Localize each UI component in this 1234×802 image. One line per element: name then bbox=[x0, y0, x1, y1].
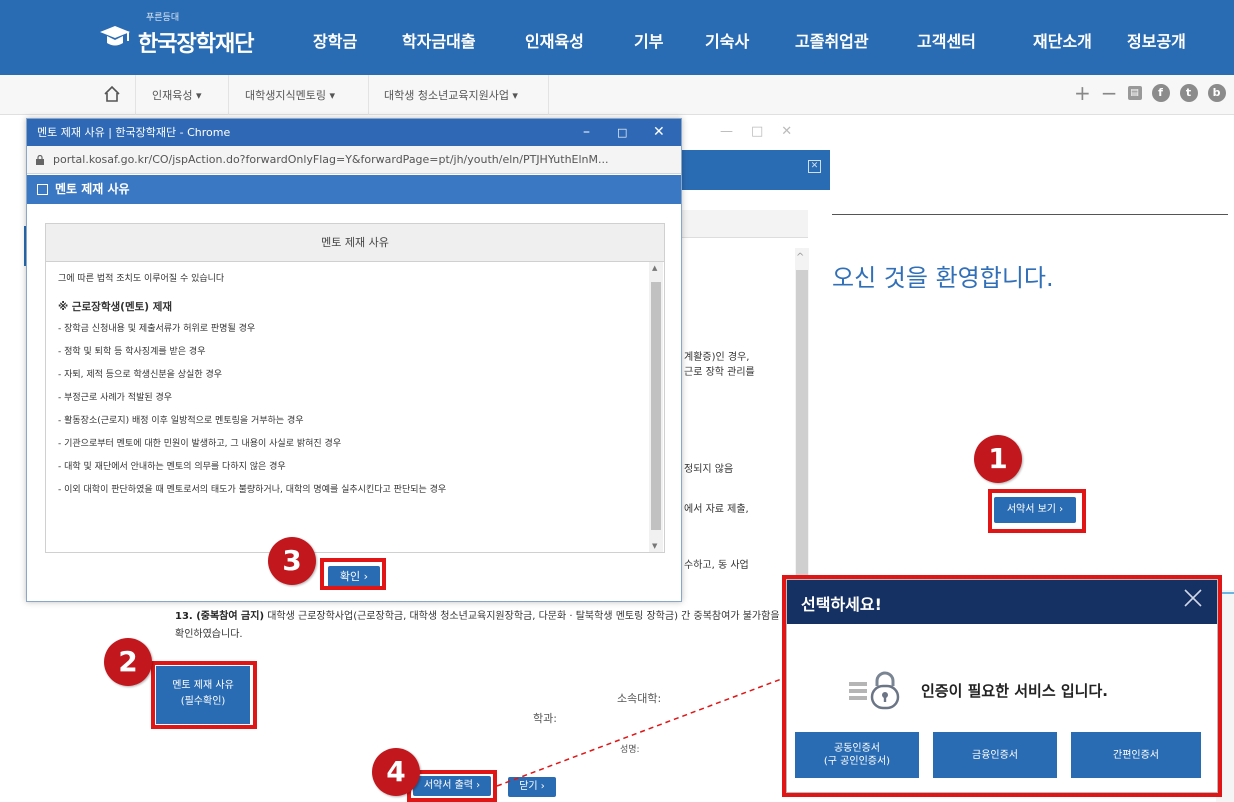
popup-window-title: 멘토 제재 사유 | 한국장학재단 - Chrome bbox=[37, 126, 231, 139]
rule-item: - 자퇴, 제적 등으로 학생신분을 상실한 경우 bbox=[58, 370, 223, 380]
graduation-cap-icon bbox=[100, 26, 130, 46]
highlight-box bbox=[782, 575, 1222, 797]
menu-high-school-jobs[interactable]: 고졸취업관 bbox=[795, 0, 869, 84]
document-icon bbox=[37, 184, 48, 195]
lock-icon bbox=[36, 155, 44, 165]
home-icon[interactable] bbox=[102, 84, 122, 104]
maximize-icon[interactable]: □ bbox=[617, 119, 627, 146]
university-label: 소속대학: bbox=[617, 692, 662, 705]
rule-item: - 기관으로부터 멘토에 대한 민원이 발생하고, 그 내용이 사실로 밝혀진 … bbox=[58, 439, 342, 449]
twitter-icon[interactable]: t bbox=[1179, 84, 1198, 102]
pledge-text-fragment: 정되지 않음 bbox=[684, 464, 734, 475]
welcome-heading: 오신 것을 환영합니다. bbox=[832, 264, 1054, 292]
close-icon[interactable]: ✕ bbox=[653, 119, 665, 146]
content-title: 멘토 제재 사유 bbox=[46, 224, 664, 262]
text-line: 그에 따른 법적 조치도 이루어질 수 있습니다 bbox=[58, 274, 225, 284]
step-badge: 1 bbox=[974, 435, 1022, 483]
menu-dormitory[interactable]: 기숙사 bbox=[705, 0, 749, 84]
menu-about-foundation[interactable]: 재단소개 bbox=[1033, 0, 1092, 84]
pledge-item-13: 13. (중복참여 금지) 대학생 근로장학사업(근로장학금, 대학생 청소년교… bbox=[175, 608, 785, 644]
logo-text: 한국장학재단 bbox=[138, 32, 254, 57]
breadcrumb-mentoring[interactable]: 대학생지식멘토링 ▾ bbox=[245, 87, 335, 103]
close-icon[interactable]: ✕ bbox=[808, 160, 821, 173]
close-button[interactable]: 닫기 › bbox=[508, 777, 556, 797]
print-icon[interactable]: ▤ bbox=[1127, 86, 1142, 100]
rule-item: - 이외 대학이 판단하였을 때 멘토로서의 태도가 불량하거나, 대학의 명예… bbox=[58, 485, 447, 495]
top-navigation-bar: 푸른등대 한국장학재단 장학금 학자금대출 인재육성 기부 기숙사 고졸취업관 … bbox=[0, 0, 1234, 75]
scroll-up-icon[interactable]: ▲ bbox=[652, 264, 657, 272]
popup-header-title: 멘토 제재 사유 bbox=[55, 182, 130, 196]
menu-information-disclosure[interactable]: 정보공개 bbox=[1127, 0, 1186, 84]
breadcrumb-bar: 인재육성 ▾ 대학생지식멘토링 ▾ 대학생 청소년교육지원사업 ▾ + − ▤ … bbox=[0, 75, 1234, 115]
menu-talent-development[interactable]: 인재육성 bbox=[525, 0, 584, 84]
zoom-out-icon[interactable]: − bbox=[1101, 83, 1118, 103]
rule-item: - 장학금 신청내용 및 제출서류가 허위로 판명될 경우 bbox=[58, 324, 256, 334]
logo-tagline: 푸른등대 bbox=[146, 13, 180, 23]
popup-header: 멘토 제재 사유 bbox=[27, 175, 681, 204]
rule-item: - 활동장소(근로지) 배정 이후 일방적으로 멘토링을 거부하는 경우 bbox=[58, 416, 304, 426]
divider bbox=[368, 75, 369, 115]
facebook-icon[interactable]: f bbox=[1151, 84, 1170, 102]
department-label: 학과: bbox=[533, 712, 557, 725]
scroll-down-icon[interactable]: ▼ bbox=[652, 542, 657, 550]
pledge-window-header: ✕ bbox=[680, 150, 830, 190]
pledge-text-fragment: 에서 자료 제출, bbox=[684, 504, 749, 515]
step-badge: 3 bbox=[268, 537, 316, 585]
utility-icons: + − ▤ f t b bbox=[1074, 83, 1226, 103]
divider bbox=[548, 75, 549, 115]
pledge-title-band bbox=[680, 210, 808, 238]
divider bbox=[135, 75, 136, 115]
name-label: 성명: bbox=[620, 745, 640, 755]
zoom-in-icon[interactable]: + bbox=[1074, 83, 1091, 103]
scrollbar-thumb[interactable] bbox=[796, 270, 808, 590]
scrollbar-thumb[interactable] bbox=[651, 282, 661, 530]
section-heading: ※ 근로장학생(멘토) 제재 bbox=[58, 301, 173, 313]
step-badge: 2 bbox=[104, 638, 152, 686]
breadcrumb-youth-education[interactable]: 대학생 청소년교육지원사업 ▾ bbox=[384, 87, 518, 103]
rule-item: - 대학 및 재단에서 안내하는 멘토의 의무를 다하지 않은 경우 bbox=[58, 462, 286, 472]
address-bar[interactable]: portal.kosaf.go.kr/CO/jspAction.do?forwa… bbox=[27, 146, 681, 174]
kosaf-logo[interactable]: 푸른등대 한국장학재단 bbox=[98, 10, 278, 66]
sanction-reason-popup: 멘토 제재 사유 | 한국장학재단 - Chrome – □ ✕ portal.… bbox=[26, 118, 682, 602]
menu-scholarship[interactable]: 장학금 bbox=[313, 0, 357, 84]
divider bbox=[832, 214, 1228, 215]
sanction-content-box: 멘토 제재 사유 그에 따른 법적 조치도 이루어질 수 있습니다 ※ 근로장학… bbox=[45, 223, 665, 553]
pledge-text-fragment: 근로 장학 관리를 bbox=[684, 367, 755, 378]
highlight-box bbox=[988, 489, 1086, 533]
highlight-box bbox=[320, 558, 386, 590]
scroll-up-icon[interactable]: ^ bbox=[796, 252, 804, 263]
popup-title-bar: 멘토 제재 사유 | 한국장학재단 - Chrome – □ ✕ bbox=[27, 119, 681, 146]
pledge-text-fragment: 계활증)인 경우, bbox=[684, 352, 750, 363]
menu-student-loan[interactable]: 학자금대출 bbox=[402, 0, 476, 84]
menu-customer-center[interactable]: 고객센터 bbox=[917, 0, 976, 84]
menu-donation[interactable]: 기부 bbox=[634, 0, 663, 84]
pledge-text-fragment: 수하고, 동 사업 bbox=[684, 560, 749, 571]
minimize-icon[interactable]: – bbox=[583, 119, 590, 146]
rule-item: - 부정근로 사례가 적발된 경우 bbox=[58, 393, 173, 403]
highlight-box bbox=[151, 661, 257, 729]
highlight-box bbox=[407, 770, 497, 802]
rule-item: - 정학 및 퇴학 등 학사징계를 받은 경우 bbox=[58, 347, 206, 357]
step-badge: 4 bbox=[372, 748, 420, 796]
divider bbox=[228, 75, 229, 115]
pledge-item-13-text: 대학생 근로장학사업(근로장학금, 대학생 청소년교육지원장학금, 다문화 · … bbox=[175, 611, 780, 640]
sanction-text: 그에 따른 법적 조치도 이루어질 수 있습니다 ※ 근로장학생(멘토) 제재 … bbox=[58, 268, 648, 538]
window-controls: —□✕ bbox=[720, 124, 811, 139]
pledge-item-13-title: 13. (중복참여 금지) bbox=[175, 611, 265, 622]
url-text: portal.kosaf.go.kr/CO/jspAction.do?forwa… bbox=[53, 153, 609, 166]
content-scrollbar[interactable]: ▲ ▼ bbox=[649, 262, 663, 552]
breadcrumb-talent-development[interactable]: 인재육성 ▾ bbox=[152, 87, 202, 103]
blog-icon[interactable]: b bbox=[1207, 84, 1226, 102]
